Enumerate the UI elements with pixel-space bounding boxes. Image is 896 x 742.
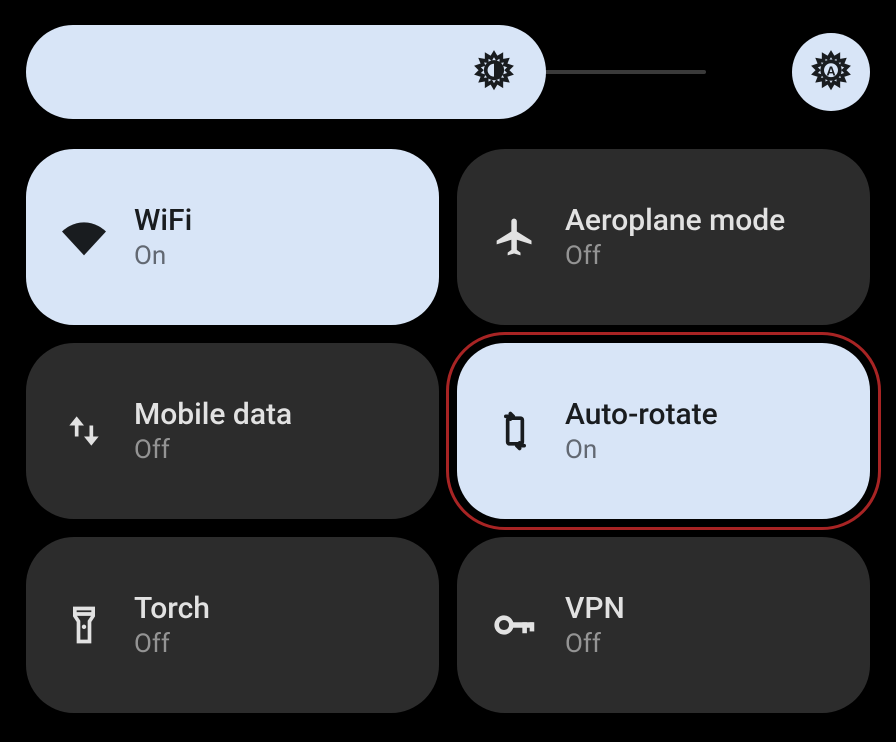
wifi-icon xyxy=(62,215,106,259)
tile-text: WiFi On xyxy=(134,203,192,271)
tile-label: Mobile data xyxy=(134,397,292,433)
tile-wifi[interactable]: WiFi On xyxy=(26,149,439,325)
tile-vpn[interactable]: VPN Off xyxy=(457,537,870,713)
tile-status: Off xyxy=(565,629,625,659)
vpn-icon xyxy=(493,603,537,647)
tile-text: Auto-rotate On xyxy=(565,397,718,465)
tile-status: Off xyxy=(565,241,785,271)
auto-brightness-icon: A xyxy=(809,50,853,94)
tile-mobile-data[interactable]: Mobile data Off xyxy=(26,343,439,519)
tile-status: Off xyxy=(134,629,210,659)
auto-brightness-button[interactable]: A xyxy=(792,33,870,111)
tile-label: Aeroplane mode xyxy=(565,203,785,239)
brightness-fill xyxy=(26,25,546,119)
mobile-data-icon xyxy=(62,409,106,453)
tile-text: Aeroplane mode Off xyxy=(565,203,785,271)
tile-label: WiFi xyxy=(134,203,192,239)
tile-text: Mobile data Off xyxy=(134,397,292,465)
quick-settings-grid: WiFi On Aeroplane mode Off Mobile data O… xyxy=(18,149,878,713)
tile-status: On xyxy=(134,241,192,271)
tile-status: On xyxy=(565,435,718,465)
tile-torch[interactable]: Torch Off xyxy=(26,537,439,713)
tile-text: Torch Off xyxy=(134,591,210,659)
svg-text:A: A xyxy=(826,64,835,79)
brightness-icon xyxy=(472,50,516,94)
tile-label: VPN xyxy=(565,591,625,627)
tile-status: Off xyxy=(134,435,292,465)
airplane-icon xyxy=(493,215,537,259)
tile-label: Auto-rotate xyxy=(565,397,718,433)
tile-label: Torch xyxy=(134,591,210,627)
tile-text: VPN Off xyxy=(565,591,625,659)
tile-airplane[interactable]: Aeroplane mode Off xyxy=(457,149,870,325)
brightness-row: A xyxy=(18,25,878,119)
tile-auto-rotate[interactable]: Auto-rotate On xyxy=(457,343,870,519)
brightness-slider[interactable] xyxy=(26,25,706,119)
torch-icon xyxy=(62,603,106,647)
auto-rotate-icon xyxy=(493,409,537,453)
